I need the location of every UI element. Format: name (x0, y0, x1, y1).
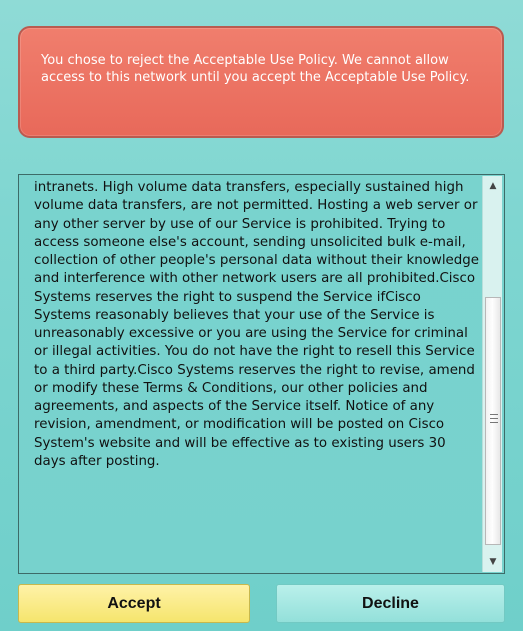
rejection-alert: You chose to reject the Acceptable Use P… (18, 26, 504, 138)
terms-panel: intranets. High volume data transfers, e… (18, 174, 505, 574)
rejection-alert-message: You chose to reject the Acceptable Use P… (41, 53, 470, 85)
decline-button[interactable]: Decline (276, 584, 505, 623)
scroll-up-arrow-icon[interactable]: ▲ (485, 178, 501, 194)
scrollbar-thumb[interactable] (485, 297, 501, 545)
terms-scrollbar[interactable]: ▲ ▼ (482, 176, 502, 572)
accept-button[interactable]: Accept (18, 584, 250, 623)
terms-text: intranets. High volume data transfers, e… (34, 180, 480, 469)
button-row: Accept Decline (18, 584, 505, 625)
scroll-down-arrow-icon[interactable]: ▼ (485, 554, 501, 570)
scroll-grip-icon (490, 414, 498, 423)
